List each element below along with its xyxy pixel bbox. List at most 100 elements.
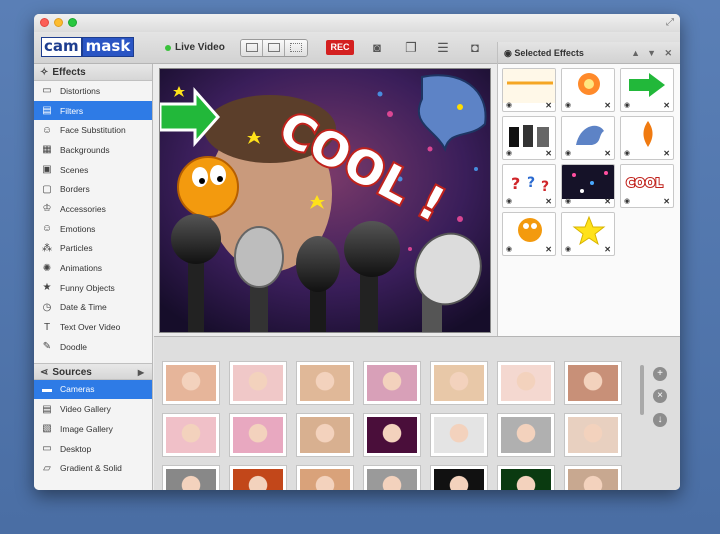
layout-single-button[interactable]: [241, 40, 263, 56]
fullscreen-icon[interactable]: ⤢: [666, 17, 674, 28]
sources-header[interactable]: ⋖ Sources ▶: [34, 362, 152, 381]
remove-effect-icon[interactable]: ✕: [604, 101, 611, 110]
effects-item-distortions[interactable]: ▭ Distortions: [34, 81, 152, 101]
star-effect[interactable]: ◉ ✕: [561, 212, 615, 256]
gallery-thumbnail[interactable]: [430, 413, 488, 457]
gallery-thumbnail[interactable]: [363, 361, 421, 405]
visibility-eye-icon[interactable]: ◉: [565, 197, 571, 205]
gallery-thumbnail[interactable]: [229, 465, 287, 490]
windows-icon[interactable]: ❐: [402, 40, 420, 56]
gallery-thumbnail[interactable]: [363, 413, 421, 457]
question-marks-effect[interactable]: ??? ◉ ✕: [502, 164, 556, 208]
gallery-thumbnail[interactable]: [229, 361, 287, 405]
gallery-thumbnail[interactable]: [363, 465, 421, 490]
dragon-effect[interactable]: ◉ ✕: [561, 116, 615, 160]
remove-source-button[interactable]: ×: [653, 389, 667, 403]
sources-item-video-gallery[interactable]: ▤ Video Gallery: [34, 399, 152, 419]
gallery-thumbnail[interactable]: [162, 361, 220, 405]
visibility-eye-icon[interactable]: ◉: [506, 197, 512, 205]
remove-effect-icon[interactable]: ✕: [545, 245, 552, 254]
gallery-thumbnail[interactable]: [497, 465, 555, 490]
effects-item-scenes[interactable]: ▣ Scenes: [34, 160, 152, 180]
green-arrow-effect[interactable]: ◉ ✕: [620, 68, 674, 112]
visibility-eye-icon[interactable]: ◉: [506, 149, 512, 157]
remove-effect-icon[interactable]: ✕: [545, 101, 552, 110]
flame-effect[interactable]: ◉ ✕: [620, 116, 674, 160]
gallery-thumbnail[interactable]: [229, 413, 287, 457]
effects-item-animations[interactable]: ✺ Animations: [34, 258, 152, 278]
gallery-thumbnail[interactable]: [162, 465, 220, 490]
visibility-eye-icon[interactable]: ◉: [624, 149, 630, 157]
gallery-thumbnail[interactable]: [162, 413, 220, 457]
thumbnail-image: [434, 469, 484, 490]
remove-effect-icon[interactable]: ✕: [604, 149, 611, 158]
remove-effect-icon[interactable]: ✕: [604, 245, 611, 254]
effects-item-doodle[interactable]: ✎ Doodle: [34, 337, 152, 357]
visibility-eye-icon[interactable]: ◉: [565, 101, 571, 109]
thumbnail-image: [233, 417, 283, 453]
microphones-effect[interactable]: ◉ ✕: [502, 116, 556, 160]
visibility-eye-icon[interactable]: ◉: [565, 149, 571, 157]
accessories-icon: ♔: [42, 203, 52, 215]
move-up-icon[interactable]: ▲: [631, 42, 640, 64]
webcam-icon[interactable]: ◘: [466, 40, 484, 56]
layout-grid-button[interactable]: [285, 40, 307, 56]
remove-effect-icon[interactable]: ✕: [545, 197, 552, 206]
layout-pip-button[interactable]: [263, 40, 285, 56]
gallery-thumbnail[interactable]: [564, 465, 622, 490]
cool-text-effect[interactable]: COOL ◉ ✕: [620, 164, 674, 208]
gallery-thumbnail[interactable]: [564, 413, 622, 457]
gallery-thumbnail[interactable]: [296, 413, 354, 457]
effects-item-filters[interactable]: ▤ Filters: [34, 100, 152, 121]
effects-item-date-time[interactable]: ◷ Date & Time: [34, 298, 152, 318]
add-source-button[interactable]: +: [653, 367, 667, 381]
explosion-effect[interactable]: ◉ ✕: [561, 68, 615, 112]
remove-effect-icon[interactable]: ✕: [663, 149, 670, 158]
effects-item-particles[interactable]: ⁂ Particles: [34, 239, 152, 259]
gallery-thumbnail[interactable]: [430, 361, 488, 405]
live-preview[interactable]: COOL !: [159, 68, 491, 333]
gallery-scrollbar[interactable]: [640, 365, 644, 415]
gallery-thumbnail[interactable]: [564, 361, 622, 405]
close-window-button[interactable]: [40, 18, 49, 27]
sources-item-desktop[interactable]: ▭ Desktop: [34, 439, 152, 459]
visibility-eye-icon[interactable]: ◉: [624, 197, 630, 205]
visibility-eye-icon[interactable]: ◉: [565, 245, 571, 253]
gallery-thumbnail[interactable]: [296, 361, 354, 405]
remove-all-icon[interactable]: ✕: [664, 42, 672, 64]
effects-item-borders[interactable]: ▢ Borders: [34, 179, 152, 199]
download-source-button[interactable]: ↓: [653, 413, 667, 427]
sources-item-image-gallery[interactable]: ▧ Image Gallery: [34, 419, 152, 439]
visibility-eye-icon[interactable]: ◉: [506, 101, 512, 109]
effects-item-funny-objects[interactable]: ★ Funny Objects: [34, 278, 152, 298]
zoom-window-button[interactable]: [68, 18, 77, 27]
effects-item-accessories[interactable]: ♔ Accessories: [34, 199, 152, 219]
stars-particles-effect[interactable]: ◉ ✕: [561, 164, 615, 208]
move-down-icon[interactable]: ▼: [647, 42, 656, 64]
effects-item-emotions[interactable]: ☺ Emotions: [34, 219, 152, 239]
sources-item-gradient-solid[interactable]: ▱ Gradient & Solid: [34, 458, 152, 478]
remove-effect-icon[interactable]: ✕: [604, 197, 611, 206]
gallery-thumbnail[interactable]: [497, 413, 555, 457]
smiley-face-effect[interactable]: ◉ ✕: [502, 212, 556, 256]
adjustments-icon[interactable]: ☰: [434, 40, 452, 56]
sparkle-line-effect[interactable]: ◉ ✕: [502, 68, 556, 112]
record-button[interactable]: REC: [326, 40, 354, 55]
snapshot-camera-icon[interactable]: ◙: [368, 40, 386, 56]
effects-item-backgrounds[interactable]: ▦ Backgrounds: [34, 140, 152, 160]
sources-header-label: Sources: [52, 366, 92, 378]
effects-item-face-substitution[interactable]: ☺ Face Substitution: [34, 120, 152, 140]
gallery-thumbnail[interactable]: [497, 361, 555, 405]
effects-header[interactable]: ✧ Effects: [34, 64, 152, 81]
remove-effect-icon[interactable]: ✕: [663, 101, 670, 110]
gallery-thumbnail[interactable]: [296, 465, 354, 490]
visibility-eye-icon[interactable]: ◉: [506, 245, 512, 253]
remove-effect-icon[interactable]: ✕: [663, 197, 670, 206]
sources-expand-icon[interactable]: ▶: [138, 364, 144, 381]
minimize-window-button[interactable]: [54, 18, 63, 27]
gallery-thumbnail[interactable]: [430, 465, 488, 490]
remove-effect-icon[interactable]: ✕: [545, 149, 552, 158]
sources-item-cameras[interactable]: ▬ Cameras: [34, 379, 152, 400]
visibility-eye-icon[interactable]: ◉: [624, 101, 630, 109]
effects-item-text-over-video[interactable]: T Text Over Video: [34, 317, 152, 337]
